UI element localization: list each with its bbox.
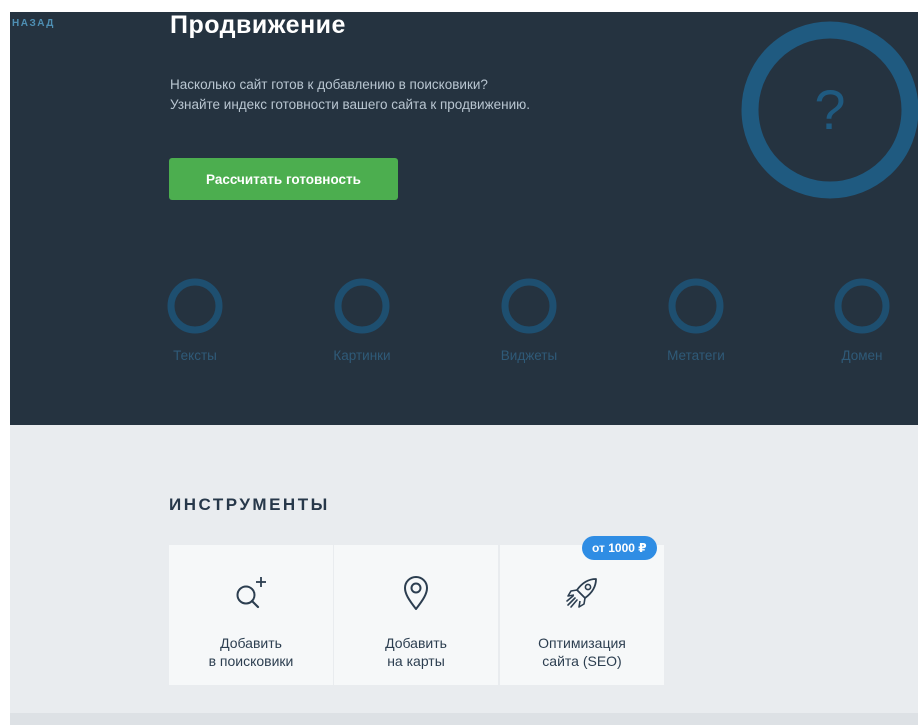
metric-ring-icon bbox=[668, 278, 724, 334]
tools-section: ИНСТРУМЕНТЫ Добавить в поисковики Добави… bbox=[10, 425, 918, 713]
tool-label-line-1: Оптимизация bbox=[538, 635, 626, 651]
tool-seo-optimization[interactable]: Оптимизация сайта (SEO) bbox=[500, 545, 664, 685]
metric-metatags: Метатеги bbox=[641, 277, 751, 363]
metric-label: Картинки bbox=[333, 348, 391, 363]
metric-ring-icon bbox=[834, 278, 890, 334]
tool-label-line-2: на карты bbox=[387, 653, 445, 669]
tools-heading: ИНСТРУМЕНТЫ bbox=[169, 495, 330, 514]
tool-label-line-1: Добавить bbox=[220, 635, 282, 651]
metric-ring-icon bbox=[167, 278, 223, 334]
metric-texts: Тексты bbox=[140, 277, 250, 363]
price-badge: от 1000 ₽ bbox=[582, 536, 657, 560]
metric-label: Тексты bbox=[173, 348, 217, 363]
rocket-icon bbox=[566, 578, 597, 608]
bottom-divider bbox=[10, 713, 918, 725]
metric-ring-icon bbox=[501, 278, 557, 334]
metric-label: Виджеты bbox=[500, 348, 558, 363]
metric-widgets: Виджеты bbox=[474, 277, 584, 363]
metric-domain: Домен bbox=[807, 277, 917, 363]
tool-label: Оптимизация сайта (SEO) bbox=[500, 634, 664, 670]
tool-add-to-maps[interactable]: Добавить на карты bbox=[334, 545, 498, 685]
tool-label-line-2: сайта (SEO) bbox=[542, 653, 622, 669]
page: НАЗАД Продвижение Насколько сайт готов к… bbox=[0, 0, 918, 725]
search-plus-icon bbox=[236, 577, 266, 609]
tool-label: Добавить на карты bbox=[334, 634, 498, 670]
tool-add-to-search-engines[interactable]: Добавить в поисковики bbox=[169, 545, 333, 685]
tool-label-line-2: в поисковики bbox=[208, 653, 294, 669]
metric-label: Домен bbox=[841, 348, 883, 363]
tool-label-line-1: Добавить bbox=[385, 635, 447, 651]
metric-ring-icon bbox=[334, 278, 390, 334]
metric-label: Метатеги bbox=[667, 348, 725, 363]
map-pin-icon bbox=[404, 576, 428, 610]
readiness-panel: НАЗАД Продвижение Насколько сайт готов к… bbox=[10, 12, 918, 425]
tool-label: Добавить в поисковики bbox=[169, 634, 333, 670]
readiness-metrics: Тексты Картинки Виджеты Метатеги Домен bbox=[10, 12, 918, 425]
metric-images: Картинки bbox=[307, 277, 417, 363]
